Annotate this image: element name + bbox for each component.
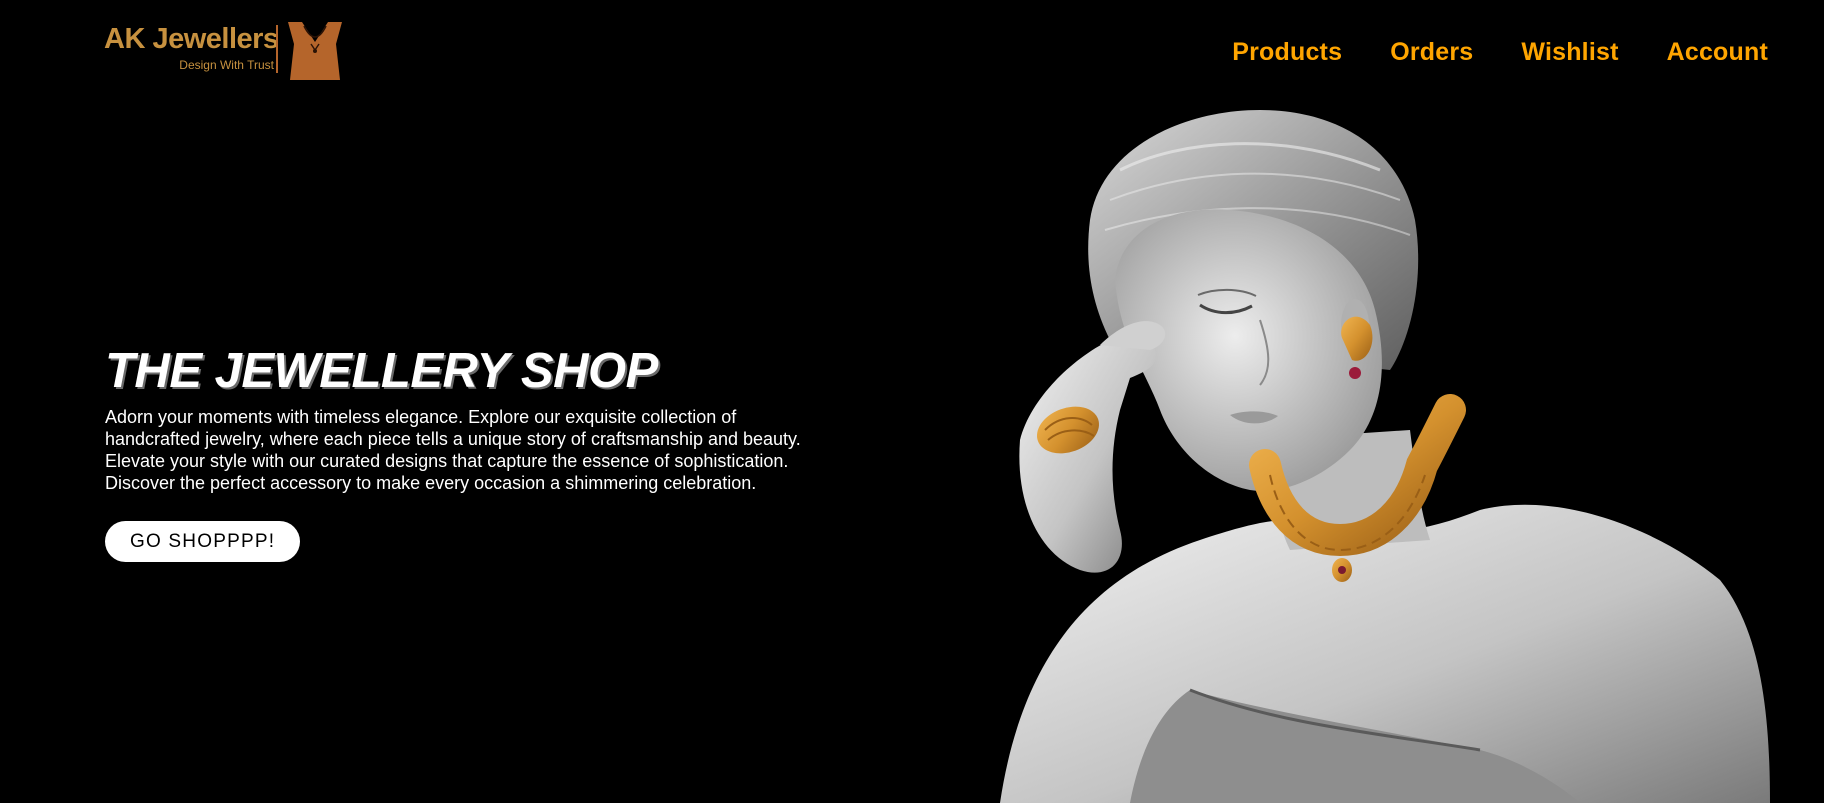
nav-account[interactable]: Account <box>1667 38 1768 67</box>
hero-description: Adorn your moments with timeless eleganc… <box>105 407 801 493</box>
nav-products[interactable]: Products <box>1232 38 1342 67</box>
nav-wishlist[interactable]: Wishlist <box>1521 38 1618 67</box>
brand-tagline: Design With Trust <box>179 58 274 72</box>
necklace-bust-icon <box>288 22 342 80</box>
main-nav: Products Orders Wishlist Account <box>1232 38 1768 67</box>
hero-title: THE JEWELLERY SHOP <box>105 344 658 398</box>
brand-logo[interactable]: AK Jewellers Design With Trust <box>104 22 344 80</box>
nav-orders[interactable]: Orders <box>1390 38 1473 67</box>
brand-name: AK Jewellers <box>104 23 279 55</box>
go-shopping-button[interactable]: GO SHOPPPP! <box>105 521 301 562</box>
logo-divider <box>276 25 278 73</box>
woman-wearing-gold-jewellery-image <box>1000 110 1770 803</box>
hero-section: THE JEWELLERY SHOP Adorn your moments wi… <box>105 342 825 562</box>
